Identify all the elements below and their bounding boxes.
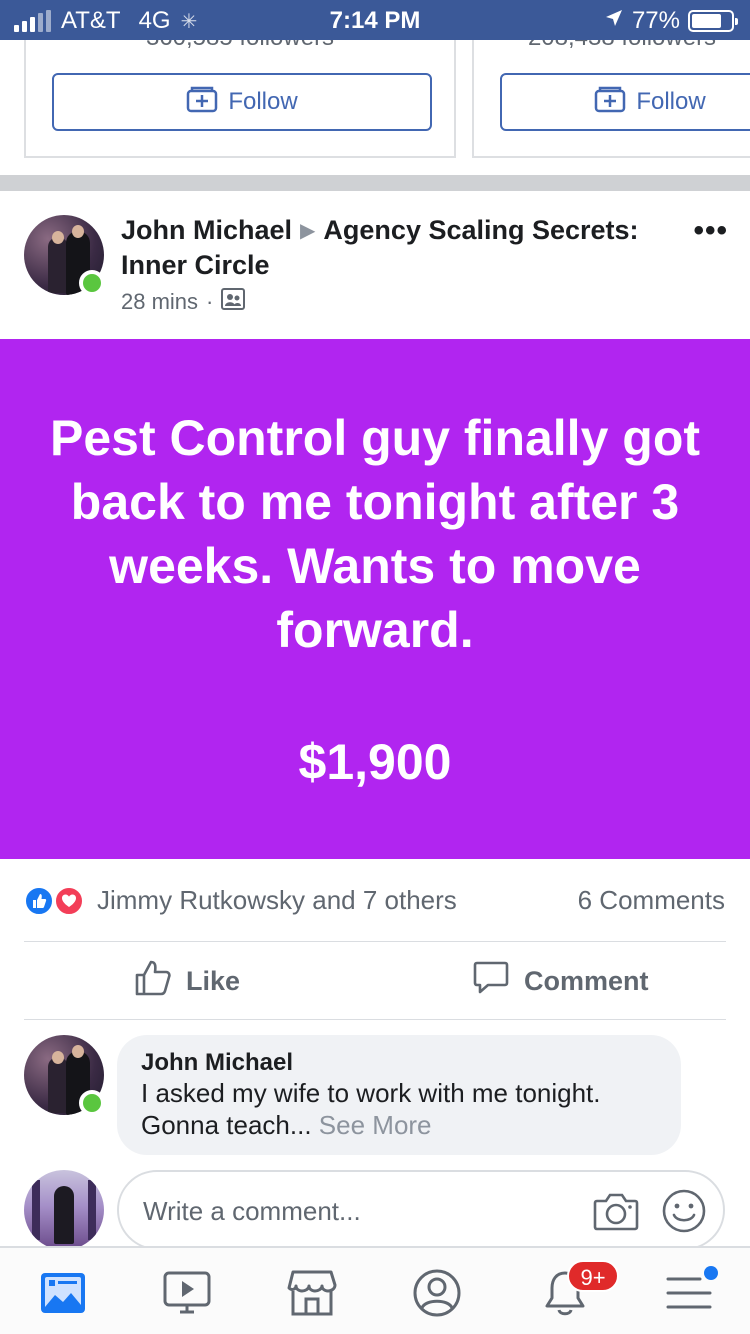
post-header: John Michael ▶ Agency Scaling Secrets: Inn…	[0, 191, 750, 339]
see-more-link[interactable]: See More	[319, 1110, 432, 1140]
suggestion-card[interactable]: 360,585 followers Follow	[24, 40, 456, 158]
comments-count[interactable]: 6 Comments	[578, 885, 725, 916]
follow-plus-icon	[594, 85, 626, 120]
meta-separator: ·	[206, 289, 214, 314]
follow-button[interactable]: Follow	[52, 73, 432, 131]
like-label: Like	[186, 966, 241, 996]
post-actions: Like Comment	[0, 941, 750, 1019]
marketplace-icon[interactable]	[285, 1266, 339, 1320]
post-meta: 28 mins ·	[121, 288, 246, 316]
status-bar: AT&T 4G ✳ 7:14 PM 77%	[0, 0, 750, 40]
like-reaction-icon	[24, 886, 54, 916]
comment-label: Comment	[524, 966, 649, 996]
reactions-bar: Jimmy Rutkowsky and 7 others 6 Comments	[0, 859, 750, 941]
post-text: Pest Control guy finally got back to me …	[49, 410, 701, 658]
comment-bubble[interactable]: John Michael I asked my wife to work wit…	[117, 1035, 681, 1155]
battery-fill	[692, 14, 722, 28]
follow-plus-icon	[186, 85, 218, 120]
separator	[24, 1019, 726, 1020]
like-button[interactable]: Like	[134, 959, 240, 1004]
comment-input-placeholder[interactable]: Write a comment...	[143, 1196, 361, 1227]
camera-icon[interactable]	[593, 1191, 639, 1236]
notifications-badge: 9+	[567, 1260, 619, 1292]
comment-composer[interactable]: Write a comment...	[117, 1170, 725, 1250]
comment-bubble-icon	[472, 959, 510, 1004]
profile-icon[interactable]	[410, 1266, 464, 1320]
online-status-dot	[79, 270, 105, 296]
follow-button[interactable]: Follow	[500, 73, 750, 131]
page-suggestions[interactable]: 360,585 followers Follow 208,438 followe…	[0, 40, 750, 175]
bottom-tab-bar: 9+	[0, 1246, 750, 1334]
post-amount: $1,900	[298, 734, 452, 790]
suggestion-card[interactable]: 208,438 followers Follow	[472, 40, 750, 158]
news-feed-icon[interactable]	[36, 1266, 90, 1320]
follow-label: Follow	[636, 88, 706, 115]
emoji-icon[interactable]	[661, 1188, 707, 1239]
thumbs-up-icon	[134, 959, 172, 1004]
more-options-icon[interactable]: •••	[693, 216, 728, 246]
menu-new-dot	[704, 1266, 718, 1280]
watch-icon[interactable]	[160, 1266, 214, 1320]
online-status-dot	[79, 1090, 105, 1116]
status-right: 77%	[604, 7, 738, 35]
post-body[interactable]: Pest Control guy finally got back to me …	[0, 339, 750, 859]
followers-count: 208,438 followers	[474, 40, 750, 52]
reaction-icons[interactable]	[24, 886, 90, 916]
comment-button[interactable]: Comment	[472, 959, 649, 1004]
arrow-right-icon: ▶	[300, 220, 316, 242]
location-arrow-icon	[604, 7, 624, 35]
battery-percent: 77%	[631, 7, 680, 34]
comment-text: I asked my wife to work with me tonight.…	[141, 1077, 657, 1141]
followers-count: 360,585 followers	[26, 40, 454, 52]
my-avatar[interactable]	[24, 1170, 104, 1250]
post-title: John Michael ▶ Agency Scaling Secrets: Inn…	[121, 213, 681, 282]
author-name[interactable]: John Michael	[121, 215, 292, 245]
battery-icon	[688, 10, 738, 32]
group-audience-icon	[221, 288, 246, 316]
follow-label: Follow	[228, 88, 298, 115]
post-time[interactable]: 28 mins	[121, 289, 198, 315]
comment-author[interactable]: John Michael	[141, 1049, 657, 1077]
feed-divider	[0, 175, 750, 191]
reactions-summary[interactable]: Jimmy Rutkowsky and 7 others	[97, 885, 457, 916]
love-reaction-icon	[54, 886, 84, 916]
